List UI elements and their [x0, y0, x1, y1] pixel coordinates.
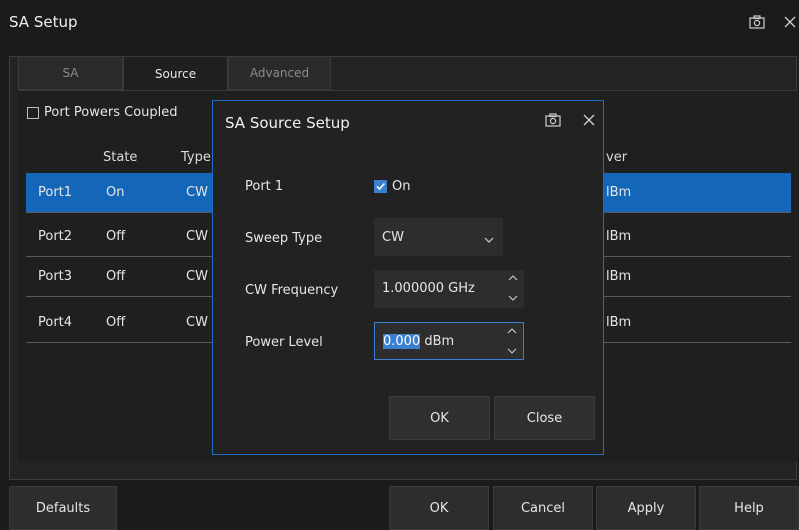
port-label: Port 1: [245, 179, 284, 194]
dialog-close-icon[interactable]: [582, 113, 596, 127]
cw-frequency-value: 1.000000 GHz: [382, 281, 475, 296]
cancel-button[interactable]: Cancel: [493, 486, 593, 530]
dialog-title: SA Source Setup: [225, 114, 350, 132]
row-state: Off: [106, 269, 126, 284]
row-port: Port4: [38, 315, 73, 330]
dialog-ok-button[interactable]: OK: [389, 396, 490, 440]
row-power: lBm: [606, 315, 632, 330]
row-state: Off: [106, 315, 126, 330]
power-level-unit: dBm: [420, 334, 455, 349]
row-power: lBm: [606, 185, 632, 200]
row-power: lBm: [606, 229, 632, 244]
row-port: Port3: [38, 269, 73, 284]
row-type: CW: [186, 185, 208, 200]
header-power: ver: [606, 150, 628, 165]
port-powers-coupled-label: Port Powers Coupled: [44, 105, 178, 120]
row-type: CW: [186, 229, 208, 244]
port-powers-coupled-checkbox[interactable]: Port Powers Coupled: [27, 105, 178, 120]
defaults-button[interactable]: Defaults: [9, 486, 117, 530]
header-type: Type: [181, 150, 211, 165]
sweep-type-select[interactable]: CW: [374, 218, 503, 256]
row-power: lBm: [606, 269, 632, 284]
help-button[interactable]: Help: [699, 486, 799, 530]
header-state: State: [103, 150, 138, 165]
title-bar: SA Setup: [0, 0, 799, 44]
row-port: Port2: [38, 229, 73, 244]
row-state: Off: [106, 229, 126, 244]
spin-arrows-icon[interactable]: [507, 327, 517, 357]
ok-button[interactable]: OK: [389, 486, 489, 530]
checkbox-box[interactable]: [27, 106, 39, 119]
tab-sa[interactable]: SA: [18, 56, 123, 90]
row-type: CW: [186, 315, 208, 330]
power-level-selected-text: 0.000: [383, 334, 421, 349]
row-type: CW: [186, 269, 208, 284]
sweep-type-value: CW: [382, 230, 404, 245]
cw-frequency-label: CW Frequency: [245, 283, 339, 298]
apply-button[interactable]: Apply: [596, 486, 696, 530]
power-level-label: Power Level: [245, 335, 323, 350]
cw-frequency-input[interactable]: 1.000000 GHz: [374, 270, 524, 308]
sa-source-setup-dialog: SA Source Setup Port 1 On Sweep Type CW …: [212, 100, 604, 455]
power-level-value: 0.000 dBm: [383, 334, 454, 349]
port-on-checkbox[interactable]: [374, 180, 387, 193]
row-state: On: [106, 185, 125, 200]
dialog-close-button[interactable]: Close: [494, 396, 595, 440]
sweep-type-label: Sweep Type: [245, 231, 323, 246]
power-level-input[interactable]: 0.000 dBm: [374, 322, 524, 360]
tab-advanced[interactable]: Advanced: [228, 56, 331, 90]
tab-source[interactable]: Source: [123, 56, 228, 91]
camera-icon[interactable]: [749, 15, 765, 29]
port-on-label: On: [392, 179, 411, 194]
close-icon[interactable]: [783, 15, 797, 29]
spin-arrows-icon[interactable]: [508, 274, 518, 304]
window-title: SA Setup: [9, 13, 78, 31]
chevron-down-icon: [484, 233, 494, 248]
row-port: Port1: [38, 185, 73, 200]
dialog-camera-icon[interactable]: [545, 113, 561, 127]
